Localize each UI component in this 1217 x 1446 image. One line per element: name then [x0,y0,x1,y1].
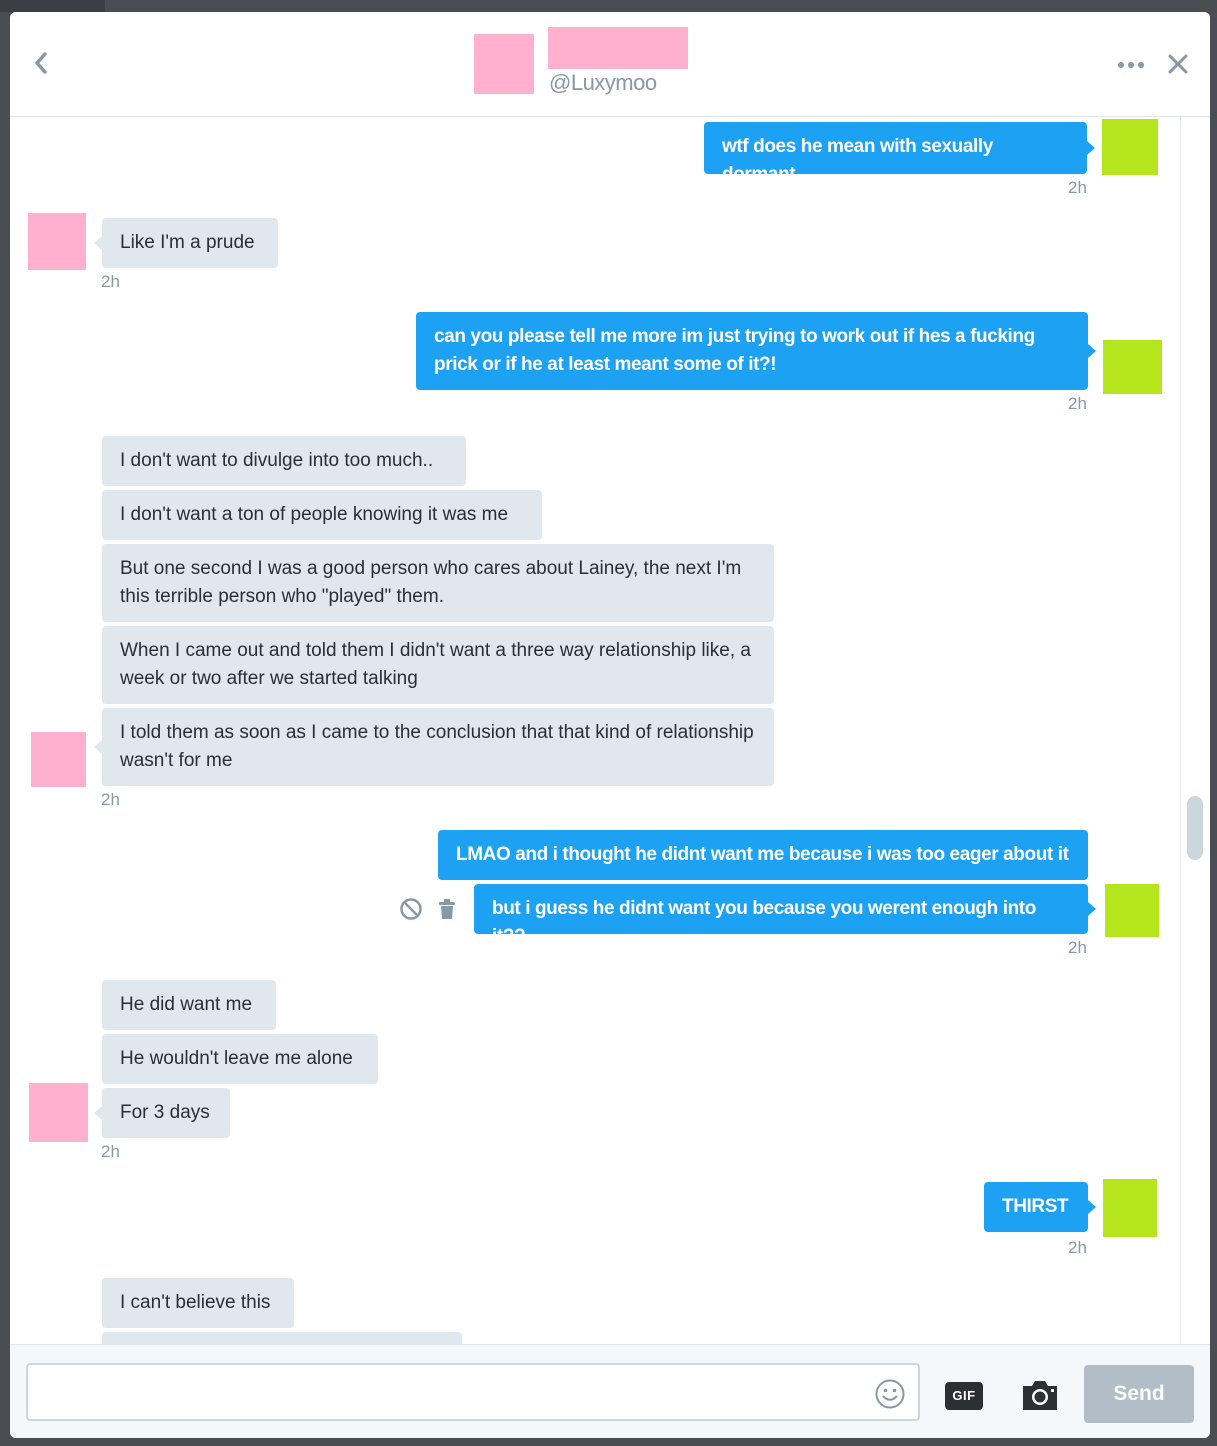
message-bubble-incoming[interactable]: He did want me [102,980,276,1030]
message-bubble-incoming-partial[interactable] [102,1332,462,1344]
emoji-button[interactable] [874,1378,906,1410]
sender-avatar-other[interactable] [31,732,86,787]
block-icon [400,898,422,920]
message-timestamp: 2h [1068,1238,1087,1257]
add-photo-button[interactable] [1020,1377,1060,1413]
sender-avatar-self[interactable] [1105,884,1159,937]
sender-avatar-other[interactable] [29,1083,88,1142]
delete-button[interactable] [435,897,459,921]
gif-button[interactable]: GIF [945,1382,983,1410]
message-timestamp: 2h [1068,938,1087,957]
sender-avatar-other[interactable] [28,213,86,270]
message-bubble-incoming[interactable]: But one second I was a good person who c… [102,544,774,622]
camera-icon [1023,1381,1057,1410]
message-timestamp: 2h [101,790,120,809]
message-text: I don't want to divulge into too much.. [120,450,434,471]
message-list[interactable]: wtf does he mean with sexually dormant 2… [10,12,1210,1344]
message-bubble-incoming[interactable]: I told them as soon as I came to the con… [94,708,774,786]
message-composer: GIF Send [10,1344,1210,1438]
background-page [0,0,105,12]
message-text: But one second I was a good person who c… [120,558,742,607]
emoji-icon [875,1379,905,1409]
message-bubble-outgoing[interactable]: can you please tell me more im just tryi… [416,312,1096,390]
trash-icon [439,899,455,919]
message-text: He wouldn't leave me alone [120,1048,353,1069]
message-timestamp: 2h [1068,178,1087,197]
message-text: LMAO and i thought he didnt want me beca… [456,844,1069,865]
message-text: I don't want a ton of people knowing it … [120,504,509,525]
dm-conversation-modal: @Luxymoo wtf does he mean with sexually … [10,12,1210,1438]
message-text: When I came out and told them I didn't w… [120,640,751,689]
message-input[interactable] [26,1363,920,1421]
message-bubble-outgoing[interactable]: LMAO and i thought he didnt want me beca… [438,830,1088,880]
message-bubble-outgoing[interactable]: THIRST [984,1182,1096,1232]
message-timestamp: 2h [1068,394,1087,413]
gif-icon: GIF [952,1388,976,1403]
scrollbar-thumb[interactable] [1187,796,1203,860]
message-text: I told them as soon as I came to the con… [120,722,754,771]
message-bubble-incoming[interactable]: Like I'm a prude [94,218,278,268]
message-timestamp: 2h [101,272,120,291]
message-text: He did want me [120,994,253,1015]
message-timestamp: 2h [101,1142,120,1161]
message-bubble-incoming[interactable]: When I came out and told them I didn't w… [102,626,774,704]
send-button[interactable]: Send [1084,1365,1194,1423]
message-bubble-incoming[interactable]: I can't believe this [102,1278,294,1328]
message-text: but i guess he didnt want you because yo… [492,898,1036,947]
message-text: For 3 days [120,1102,210,1123]
message-bubble-incoming[interactable]: I don't want a ton of people knowing it … [102,490,542,540]
sender-avatar-self[interactable] [1103,1179,1157,1237]
message-bubble-incoming[interactable]: I don't want to divulge into too much.. [102,436,466,486]
sender-avatar-self[interactable] [1103,340,1162,394]
message-text: I can't believe this [120,1292,271,1313]
sender-avatar-self[interactable] [1102,119,1158,175]
block-button[interactable] [399,897,423,921]
message-bubble-incoming[interactable]: For 3 days [94,1088,230,1138]
message-text: wtf does he mean with sexually dormant [722,136,993,185]
message-text: can you please tell me more im just tryi… [434,326,1035,375]
message-bubble-outgoing[interactable]: wtf does he mean with sexually dormant [704,122,1095,185]
message-text: Like I'm a prude [120,232,255,253]
message-bubble-incoming[interactable]: He wouldn't leave me alone [102,1034,378,1084]
message-bubble-outgoing[interactable]: but i guess he didnt want you because yo… [474,884,1096,947]
message-text: THIRST [1002,1196,1069,1217]
